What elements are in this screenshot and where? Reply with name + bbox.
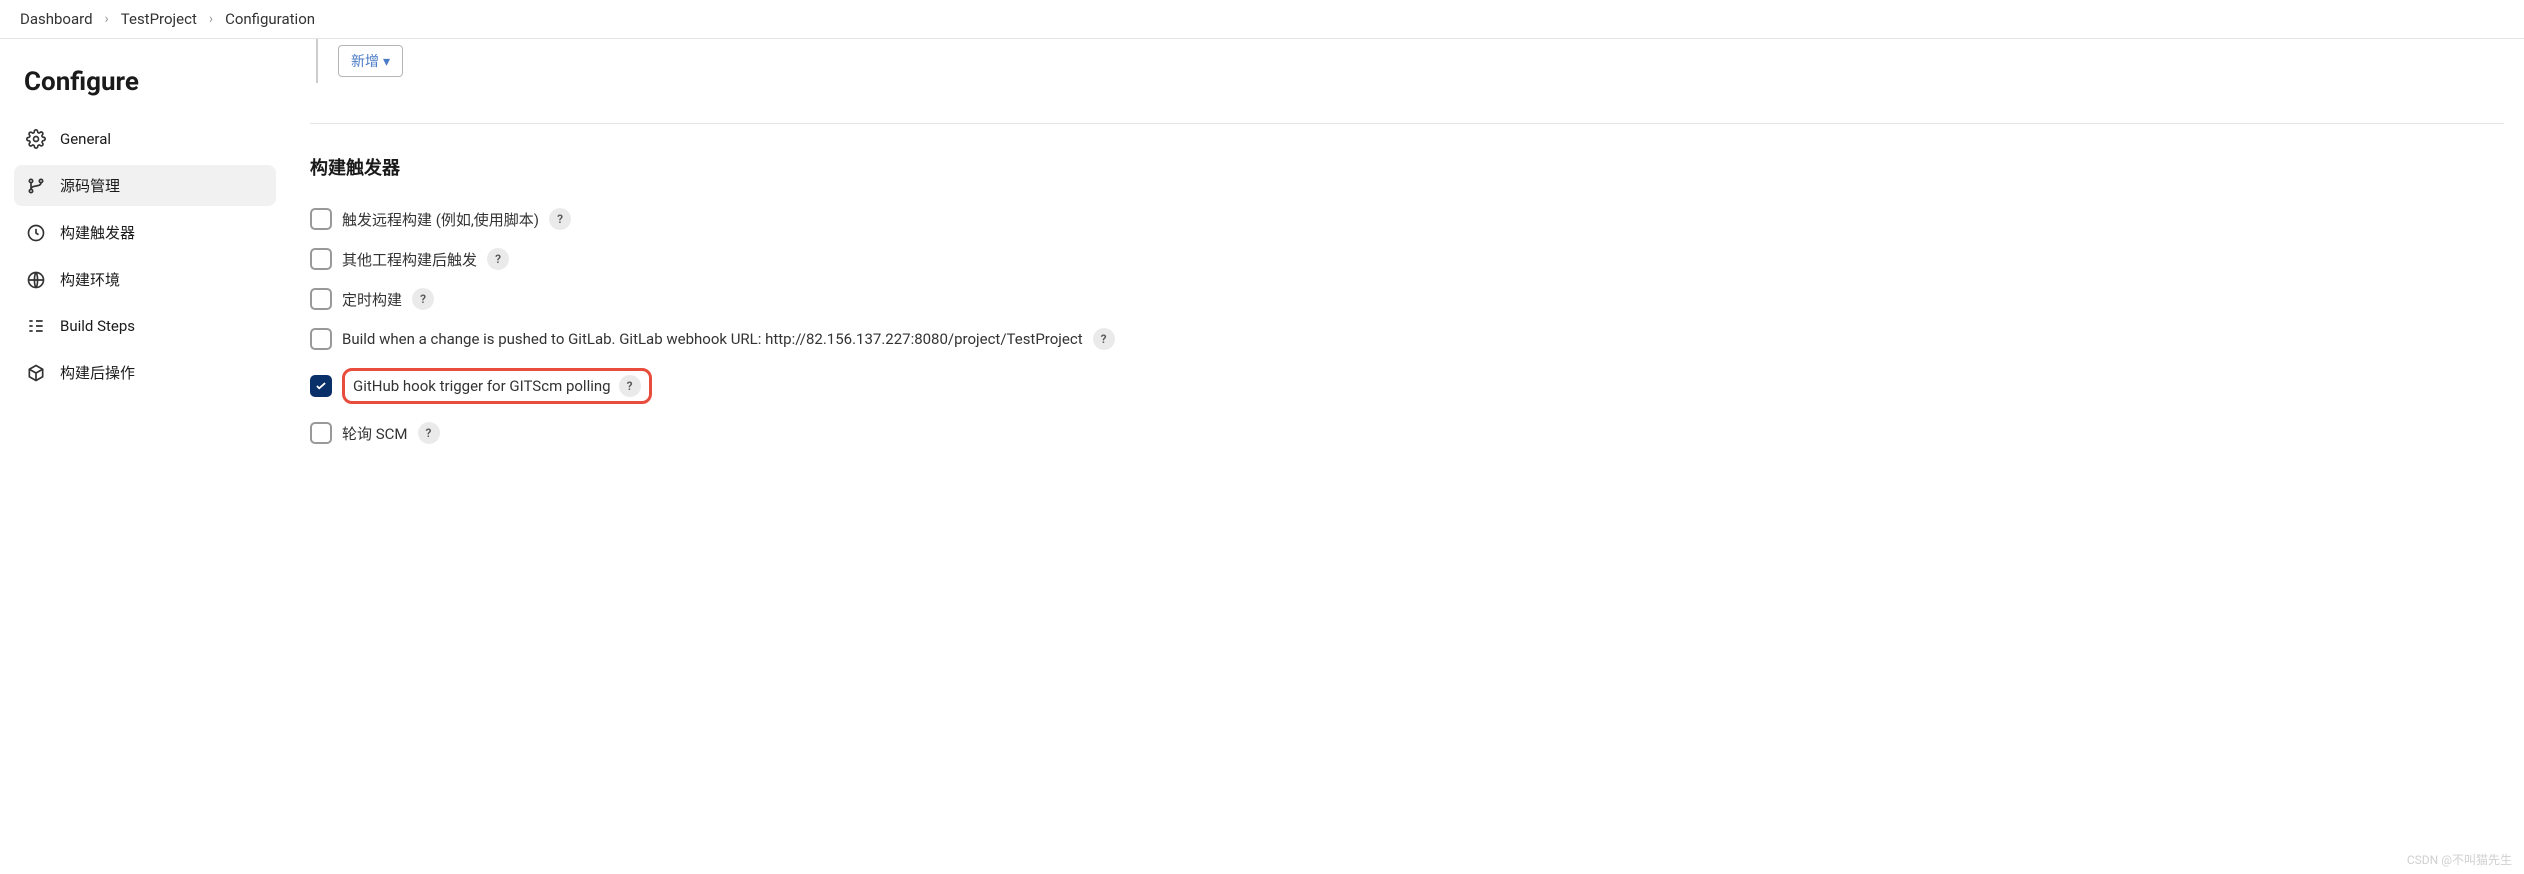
trigger-row-poll-scm: 轮询 SCM ? <box>310 422 2504 444</box>
help-icon[interactable]: ? <box>418 422 440 444</box>
trigger-row-github-hook: GitHub hook trigger for GITScm polling ? <box>310 368 2504 404</box>
sidebar-item-label: 构建环境 <box>60 269 120 290</box>
sidebar-item-label: Build Steps <box>60 317 135 335</box>
branch-icon <box>26 176 46 196</box>
page-title: Configure <box>14 59 276 119</box>
sidebar-item-label: 源码管理 <box>60 175 120 196</box>
checkbox-poll-scm[interactable] <box>310 422 332 444</box>
checkbox-remote-trigger[interactable] <box>310 208 332 230</box>
trigger-label: 定时构建 <box>342 289 402 310</box>
sidebar-item-environment[interactable]: 构建环境 <box>14 259 276 300</box>
checkbox-gitlab-push[interactable] <box>310 328 332 350</box>
checkbox-github-hook[interactable] <box>310 375 332 397</box>
sidebar-item-label: 构建触发器 <box>60 222 135 243</box>
globe-icon <box>26 270 46 290</box>
sidebar-item-label: 构建后操作 <box>60 362 135 383</box>
sidebar-item-label: General <box>60 130 111 148</box>
sidebar-item-post-build[interactable]: 构建后操作 <box>14 352 276 393</box>
trigger-label: Build when a change is pushed to GitLab.… <box>342 330 1083 348</box>
section-title: 构建触发器 <box>310 154 2504 180</box>
main-content: 新增 ▾ 构建触发器 触发远程构建 (例如,使用脚本) ? 其他工程构建后触发 … <box>290 39 2524 492</box>
sidebar-item-triggers[interactable]: 构建触发器 <box>14 212 276 253</box>
highlighted-option: GitHub hook trigger for GITScm polling ? <box>342 368 652 404</box>
divider <box>310 123 2504 124</box>
add-button-label: 新增 <box>351 51 379 71</box>
trigger-row-remote: 触发远程构建 (例如,使用脚本) ? <box>310 208 2504 230</box>
trigger-label: 其他工程构建后触发 <box>342 249 477 270</box>
trigger-row-gitlab: Build when a change is pushed to GitLab.… <box>310 328 2504 350</box>
help-icon[interactable]: ? <box>487 248 509 270</box>
gear-icon <box>26 129 46 149</box>
trigger-row-periodic: 定时构建 ? <box>310 288 2504 310</box>
sidebar-item-build-steps[interactable]: Build Steps <box>14 306 276 346</box>
help-icon[interactable]: ? <box>549 208 571 230</box>
steps-icon <box>26 316 46 336</box>
breadcrumb: Dashboard › TestProject › Configuration <box>0 0 2524 39</box>
checkbox-periodic-build[interactable] <box>310 288 332 310</box>
sidebar-item-scm[interactable]: 源码管理 <box>14 165 276 206</box>
sidebar-item-general[interactable]: General <box>14 119 276 159</box>
sidebar: Configure General 源码管理 构建触发器 构建环境 <box>0 39 290 492</box>
add-button[interactable]: 新增 ▾ <box>338 45 403 77</box>
caret-down-icon: ▾ <box>383 53 390 70</box>
checkbox-after-other-projects[interactable] <box>310 248 332 270</box>
trigger-label: 轮询 SCM <box>342 423 408 444</box>
watermark: CSDN @不叫猫先生 <box>2407 851 2512 868</box>
help-icon[interactable]: ? <box>1093 328 1115 350</box>
breadcrumb-item-configuration[interactable]: Configuration <box>225 10 315 28</box>
scm-section-tail: 新增 ▾ <box>316 39 2504 83</box>
clock-icon <box>26 223 46 243</box>
breadcrumb-item-dashboard[interactable]: Dashboard <box>20 10 93 28</box>
chevron-right-icon: › <box>105 11 109 27</box>
breadcrumb-item-project[interactable]: TestProject <box>121 10 197 28</box>
help-icon[interactable]: ? <box>619 375 641 397</box>
help-icon[interactable]: ? <box>412 288 434 310</box>
trigger-label: 触发远程构建 (例如,使用脚本) <box>342 209 539 230</box>
chevron-right-icon: › <box>209 11 213 27</box>
trigger-label: GitHub hook trigger for GITScm polling <box>353 377 611 395</box>
check-icon <box>314 379 328 393</box>
package-icon <box>26 363 46 383</box>
trigger-row-after-other: 其他工程构建后触发 ? <box>310 248 2504 270</box>
